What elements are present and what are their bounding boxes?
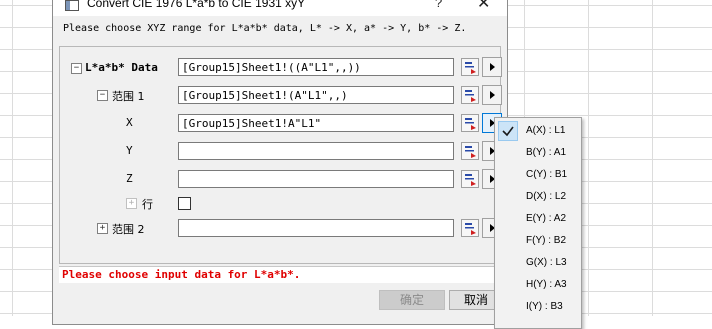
menu-item-label: C(Y) : B1 bbox=[526, 169, 568, 180]
menu-item-h[interactable]: H(Y) : A3 bbox=[495, 274, 581, 296]
menu-item-i[interactable]: I(Y) : B3 bbox=[495, 296, 581, 318]
menu-item-a[interactable]: A(X) : L1 bbox=[495, 120, 581, 142]
dialog-description: Please choose XYZ range for L*a*b* data,… bbox=[63, 23, 467, 34]
error-bar: Please choose input data for L*a*b*. bbox=[59, 266, 499, 283]
menu-item-label: D(X) : L2 bbox=[526, 191, 567, 202]
dialog-titlebar: Convert CIE 1976 L*a*b to CIE 1931 xyY ?… bbox=[53, 0, 507, 16]
x-label: X bbox=[126, 116, 133, 129]
select-range-icon bbox=[465, 90, 476, 102]
help-button[interactable]: ? bbox=[435, 0, 442, 10]
triangle-right-icon bbox=[490, 63, 495, 71]
check-highlight bbox=[498, 121, 518, 141]
range2-input[interactable] bbox=[178, 219, 454, 237]
menu-item-e[interactable]: E(Y) : A2 bbox=[495, 208, 581, 230]
menu-item-b[interactable]: B(Y) : A1 bbox=[495, 142, 581, 164]
lab-data-select-range-button[interactable] bbox=[461, 58, 479, 76]
range1-input[interactable]: [Group15]Sheet1!(A"L1",,) bbox=[178, 86, 454, 104]
row-checkbox[interactable] bbox=[178, 197, 191, 210]
ok-button[interactable]: 确定 bbox=[379, 290, 445, 310]
z-label: Z bbox=[126, 172, 133, 185]
menu-item-label: I(Y) : B3 bbox=[526, 301, 563, 312]
triangle-right-icon bbox=[490, 91, 495, 99]
error-message: Please choose input data for L*a*b*. bbox=[62, 268, 301, 281]
z-input[interactable] bbox=[178, 170, 454, 188]
y-input[interactable] bbox=[178, 142, 454, 160]
menu-item-label: G(X) : L3 bbox=[526, 257, 567, 268]
lab-data-label: L*a*b* Data bbox=[85, 61, 158, 74]
collapse-range1-icon[interactable]: − bbox=[97, 90, 108, 101]
x-input[interactable]: [Group15]Sheet1!A"L1" bbox=[178, 114, 454, 132]
expand-range2-icon[interactable]: + bbox=[97, 223, 108, 234]
menu-item-g[interactable]: G(X) : L3 bbox=[495, 252, 581, 274]
z-select-range-button[interactable] bbox=[461, 170, 479, 188]
menu-item-f[interactable]: F(Y) : B2 bbox=[495, 230, 581, 252]
dialog-title: Convert CIE 1976 L*a*b to CIE 1931 xyY bbox=[87, 0, 306, 10]
collapse-lab-data-icon[interactable]: − bbox=[71, 63, 82, 74]
select-range-icon bbox=[465, 223, 476, 235]
range2-label: 范围 2 bbox=[112, 223, 145, 236]
row-label: 行 bbox=[142, 198, 153, 211]
select-range-icon bbox=[465, 146, 476, 158]
x-select-range-button[interactable] bbox=[461, 114, 479, 132]
menu-item-label: H(Y) : A3 bbox=[526, 279, 567, 290]
checkmark-icon bbox=[502, 126, 514, 137]
lab-data-menu-button[interactable] bbox=[482, 57, 502, 77]
y-label: Y bbox=[126, 144, 133, 157]
input-tree-panel: − L*a*b* Data [Group15]Sheet1!((A"L1",,)… bbox=[59, 46, 502, 264]
menu-item-label: F(Y) : B2 bbox=[526, 235, 567, 246]
menu-item-label: E(Y) : A2 bbox=[526, 213, 567, 224]
menu-item-c[interactable]: C(Y) : B1 bbox=[495, 164, 581, 186]
lab-data-input[interactable]: [Group15]Sheet1!((A"L1",,)) bbox=[178, 58, 454, 76]
range1-select-range-button[interactable] bbox=[461, 86, 479, 104]
y-select-range-button[interactable] bbox=[461, 142, 479, 160]
range1-menu-button[interactable] bbox=[482, 85, 502, 105]
window-icon bbox=[65, 0, 79, 11]
expand-row-icon[interactable]: + bbox=[126, 198, 137, 209]
column-menu: A(X) : L1 B(Y) : A1 C(Y) : B1 D(X) : L2 … bbox=[494, 117, 582, 329]
range2-select-range-button[interactable] bbox=[461, 219, 479, 237]
select-range-icon bbox=[465, 174, 476, 186]
menu-item-label: A(X) : L1 bbox=[526, 125, 566, 136]
select-range-icon bbox=[465, 62, 476, 74]
menu-item-d[interactable]: D(X) : L2 bbox=[495, 186, 581, 208]
select-range-icon bbox=[465, 118, 476, 130]
close-button[interactable]: ✕ bbox=[477, 0, 490, 13]
menu-item-label: B(Y) : A1 bbox=[526, 147, 567, 158]
convert-dialog: Convert CIE 1976 L*a*b to CIE 1931 xyY ?… bbox=[52, 0, 508, 325]
range1-label: 范围 1 bbox=[112, 90, 145, 103]
